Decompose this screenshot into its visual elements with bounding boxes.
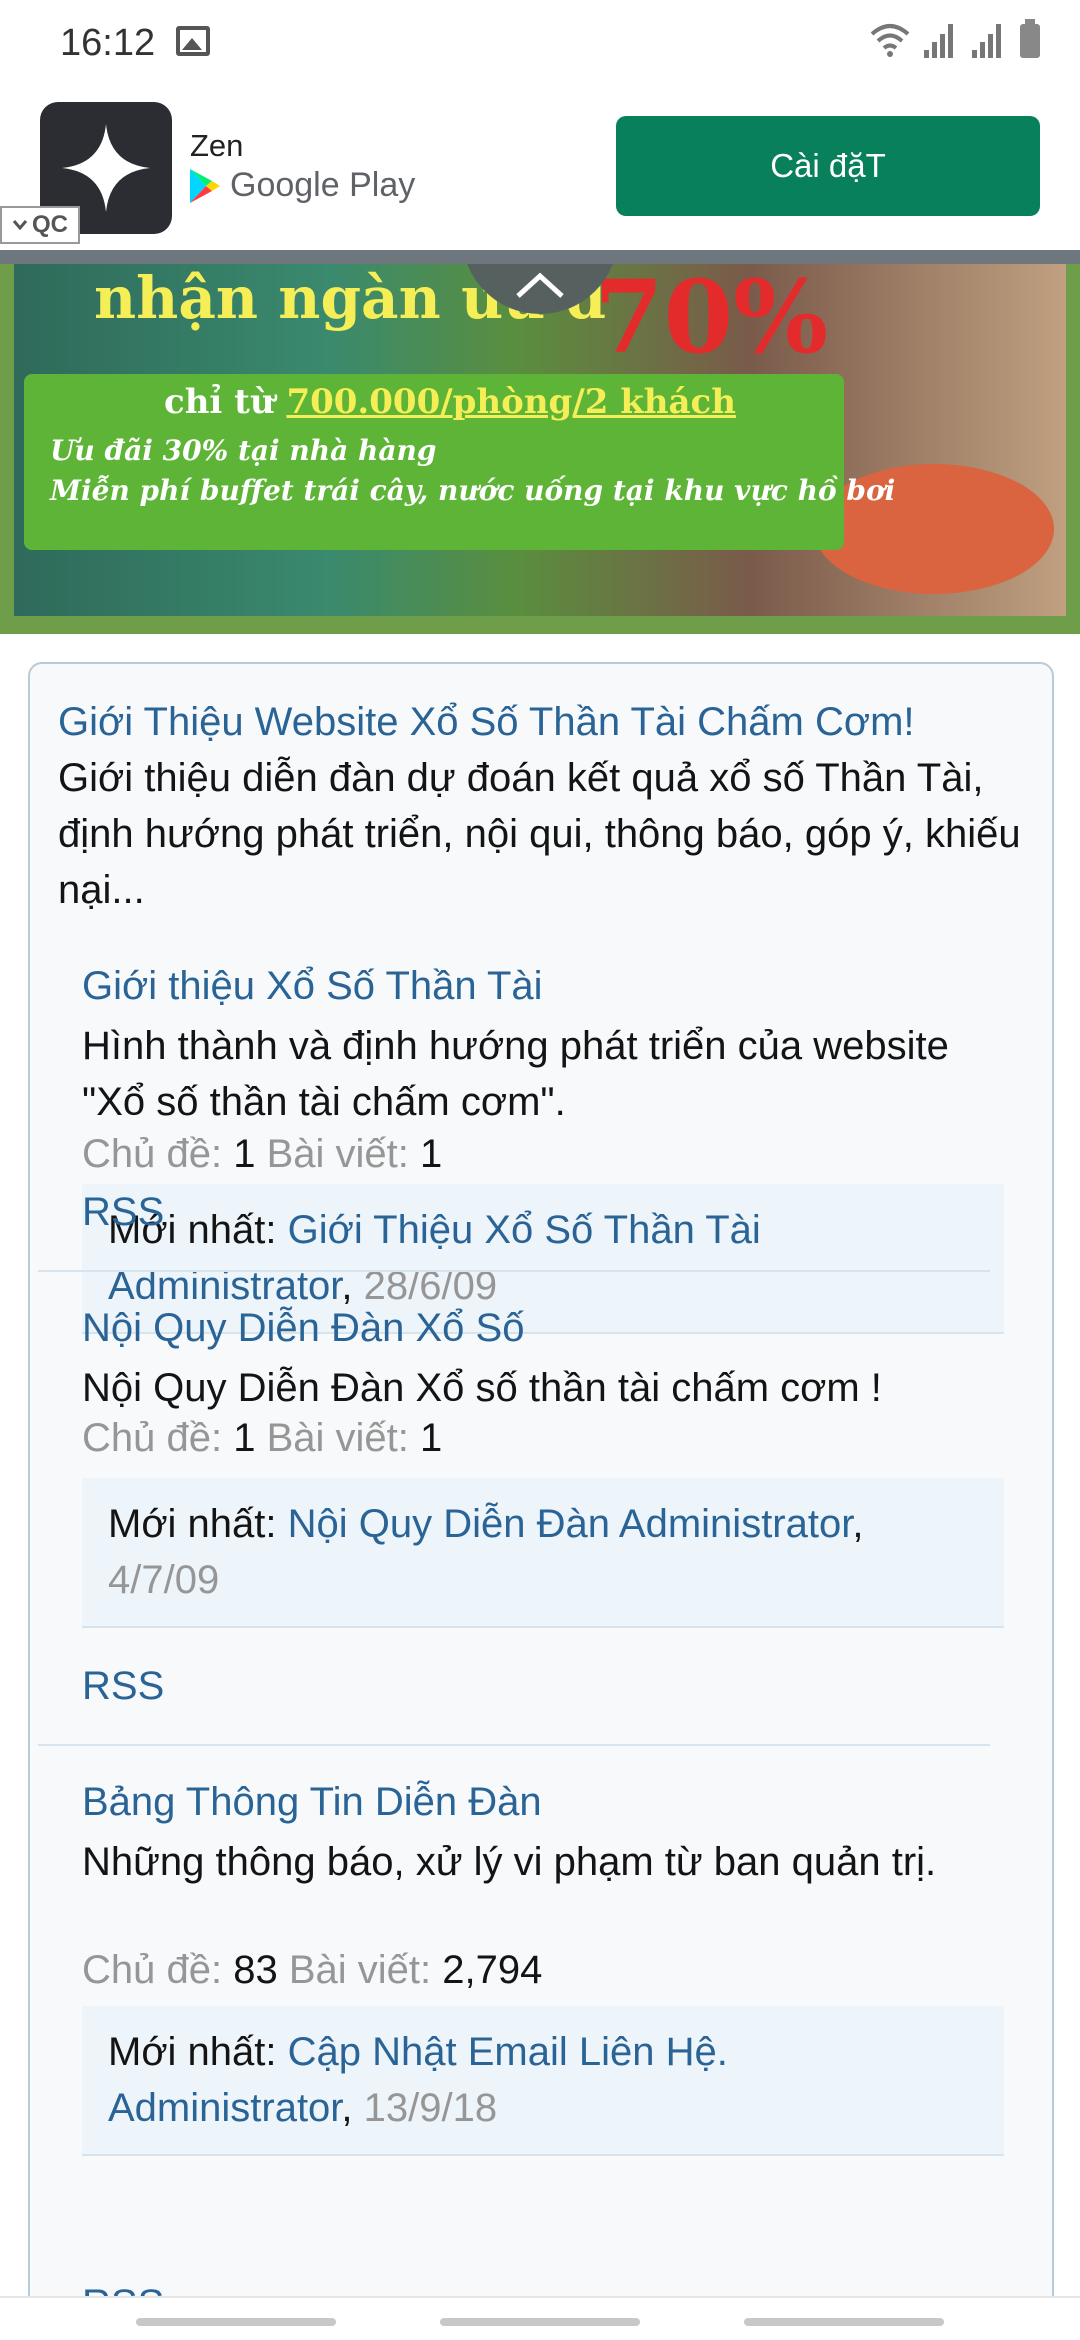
status-time: 16:12 [60, 22, 156, 64]
banner-line-2: Miễn phí buffet trái cây, nước uống tại … [50, 474, 896, 507]
latest-date: 4/7/09 [108, 1558, 220, 1602]
latest-thread-link[interactable]: Giới Thiệu Xổ Số Thần Tài [288, 1208, 761, 1252]
latest-post: Mới nhất: Cập Nhật Email Liên Hệ. Admini… [82, 2006, 1004, 2156]
banner-line-1: Ưu đãi 30% tại nhà hàng [50, 434, 437, 467]
forum-node: Bảng Thông Tin Diễn Đàn Những thông báo,… [56, 1780, 1028, 2156]
gesture-nav-bar [0, 2296, 1080, 2340]
latest-date: 13/9/18 [363, 2086, 498, 2130]
category-title[interactable]: Giới Thiệu Website Xổ Số Thần Tài Chấm C… [58, 694, 1038, 750]
topics-label: Chủ đề: [82, 1132, 223, 1176]
topics-count: 1 [233, 1416, 256, 1460]
store-name: Google Play [230, 166, 416, 204]
chevron-up-icon [516, 272, 564, 298]
nav-recents-handle[interactable] [136, 2318, 336, 2326]
node-description: Những thông báo, xử lý vi phạm từ ban qu… [82, 1840, 937, 1884]
ad-banner-top[interactable]: Zen Google Play Cài đặT QC [0, 86, 1080, 254]
node-title[interactable]: Nội Quy Diễn Đàn Xổ Số [82, 1306, 524, 1351]
forum-category-card: Giới Thiệu Website Xổ Số Thần Tài Chấm C… [28, 662, 1054, 2340]
rss-link[interactable]: RSS [82, 1190, 164, 1235]
node-description: Nội Quy Diễn Đàn Xổ số thần tài chấm cơm… [82, 1366, 882, 1410]
battery-icon [1020, 19, 1040, 58]
banner-price: chỉ từ 700.000/phòng/2 khách [164, 382, 736, 422]
node-stats: Chủ đề: 1 Bài viết: 1 [82, 1416, 442, 1461]
topics-count: 1 [233, 1132, 256, 1176]
ad-divider [0, 250, 1080, 264]
latest-label: Mới nhất: [108, 2030, 277, 2074]
ad-badge-label: QC [32, 211, 68, 238]
posts-count: 1 [420, 1416, 443, 1460]
forum-node: Nội Quy Diễn Đàn Xổ Số Nội Quy Diễn Đàn … [56, 1306, 1028, 1628]
ad-choices-badge[interactable]: QC [0, 206, 80, 244]
store-label: Google Play [190, 166, 415, 205]
zen-star-icon [62, 124, 150, 212]
forum-node: Giới thiệu Xổ Số Thần Tài Hình thành và … [56, 964, 1028, 1334]
google-play-icon [190, 168, 220, 203]
ad-app-name: Zen [190, 128, 244, 163]
posts-count: 2,794 [442, 1948, 543, 1992]
rss-link[interactable]: RSS [82, 1664, 164, 1709]
node-stats: Chủ đề: 1 Bài viết: 1 [82, 1132, 442, 1177]
chevron-down-icon [12, 220, 28, 231]
banner-price-value: 700.000/phòng/2 khách [286, 382, 736, 422]
latest-thread-link[interactable]: Cập Nhật Email Liên Hệ. [288, 2030, 728, 2074]
category-description: Giới thiệu diễn đàn dự đoán kết quả xổ s… [58, 756, 1021, 912]
signal-icon-2 [972, 22, 1006, 58]
node-title[interactable]: Giới thiệu Xổ Số Thần Tài [82, 964, 543, 1009]
wifi-icon [870, 24, 910, 57]
nav-back-handle[interactable] [744, 2318, 944, 2326]
latest-label: Mới nhất: [108, 1502, 277, 1546]
latest-user-link[interactable]: Administrator [619, 1502, 852, 1546]
gallery-icon [176, 26, 210, 56]
node-title[interactable]: Bảng Thông Tin Diễn Đàn [82, 1780, 542, 1825]
promo-banner[interactable]: nhận ngàn ưu đ 70% chỉ từ 700.000/phòng/… [0, 264, 1080, 634]
node-stats: Chủ đề: 83 Bài viết: 2,794 [82, 1948, 542, 1993]
banner-image: nhận ngàn ưu đ 70% chỉ từ 700.000/phòng/… [14, 264, 1066, 616]
status-icons [870, 19, 1040, 58]
status-bar: 16:12 [0, 0, 1080, 86]
node-divider [38, 1270, 990, 1272]
banner-percent: 70% [594, 264, 829, 376]
posts-label: Bài viết: [266, 1132, 409, 1176]
node-description: Hình thành và định hướng phát triển của … [82, 1024, 949, 1124]
latest-post: Mới nhất: Nội Quy Diễn Đàn Administrator… [82, 1478, 1004, 1628]
node-divider [38, 1744, 990, 1746]
signal-icon [924, 22, 958, 58]
posts-count: 1 [420, 1132, 443, 1176]
posts-label: Bài viết: [266, 1416, 409, 1460]
posts-label: Bài viết: [288, 1948, 432, 1992]
latest-thread-link[interactable]: Nội Quy Diễn Đàn [288, 1502, 610, 1546]
category-header: Giới Thiệu Website Xổ Số Thần Tài Chấm C… [58, 694, 1038, 918]
nav-home-handle[interactable] [440, 2318, 640, 2326]
banner-price-prefix: chỉ từ [164, 382, 275, 422]
topics-count: 83 [233, 1948, 278, 1992]
topics-label: Chủ đề: [82, 1948, 223, 1992]
latest-user-link[interactable]: Administrator [108, 2086, 341, 2130]
install-button[interactable]: Cài đặT [616, 116, 1040, 216]
topics-label: Chủ đề: [82, 1416, 223, 1460]
